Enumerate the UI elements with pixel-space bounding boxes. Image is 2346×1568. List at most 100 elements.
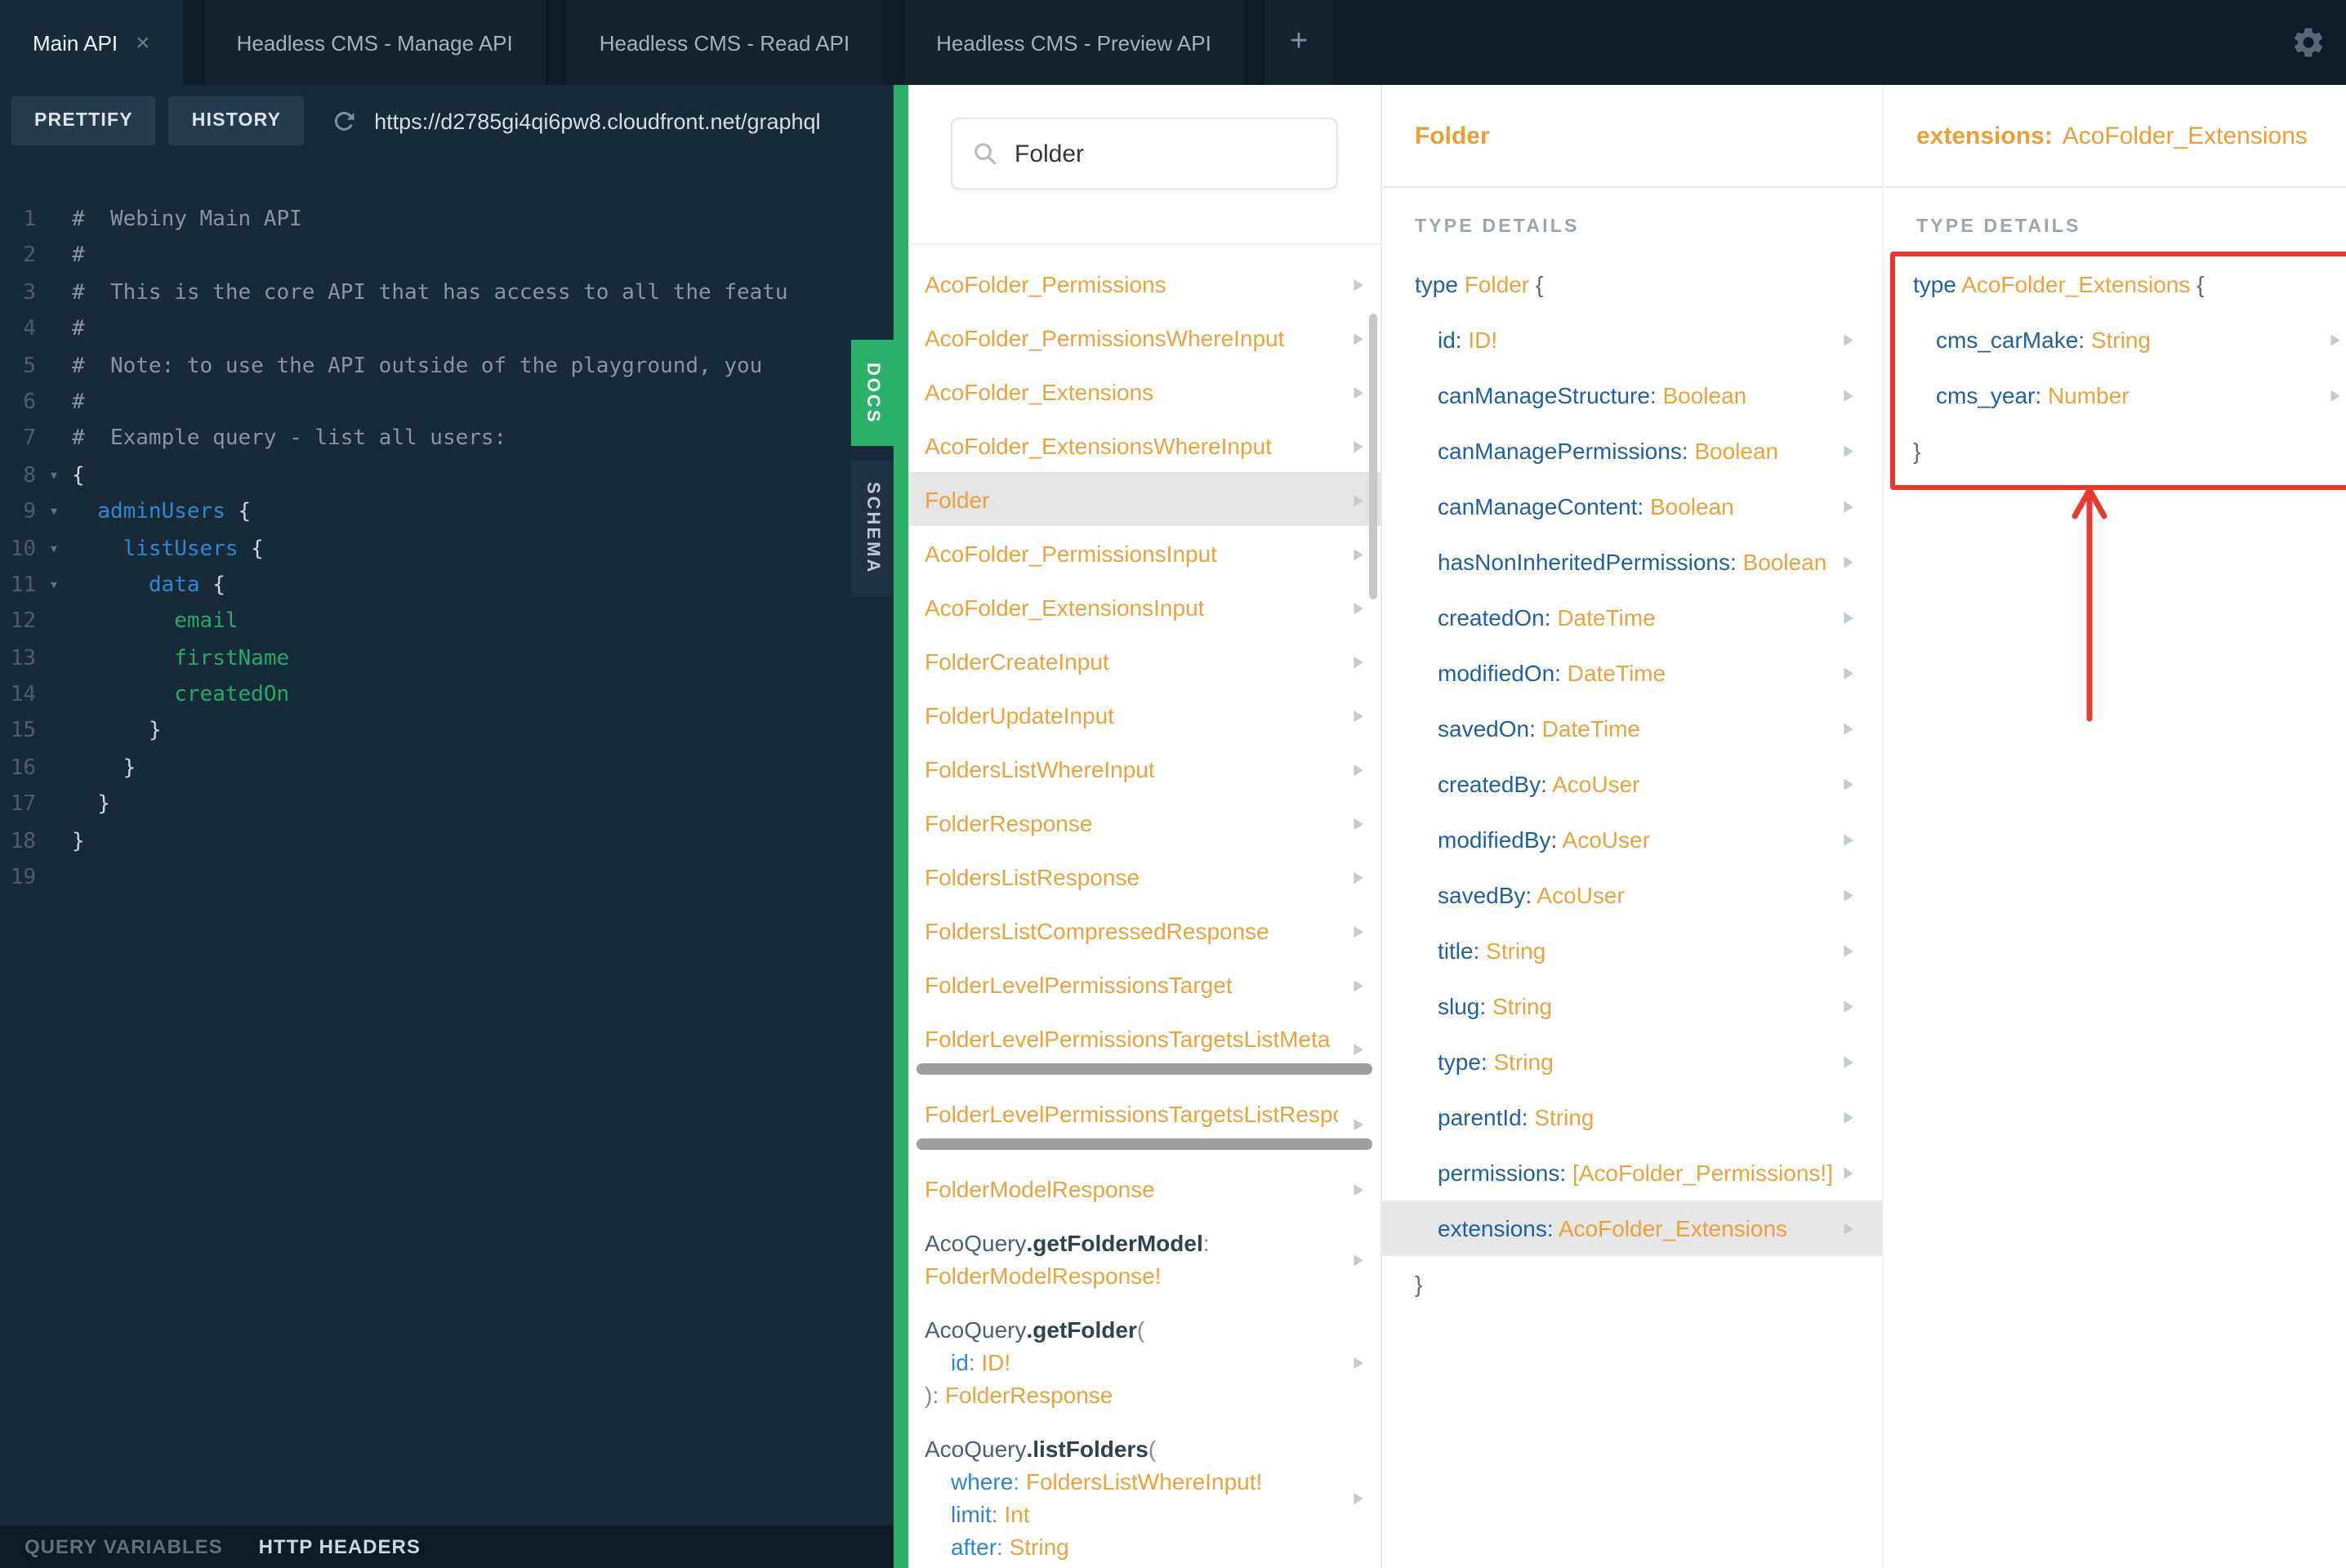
settings-gear-icon[interactable] (2290, 24, 2326, 60)
new-tab-button[interactable]: + (1264, 0, 1333, 85)
line-number: 18 (10, 829, 36, 854)
token-punct: : (997, 1533, 1010, 1559)
docs-list-item[interactable]: AcoQuery.getFolderModel: FolderModelRespo… (908, 1215, 1380, 1302)
docs-list-item[interactable]: FoldersListResponse ▶ (908, 849, 1380, 903)
docs-list-item[interactable]: AcoFolder_PermissionsWhereInput ▶ (908, 310, 1380, 364)
docs-list-item[interactable]: FolderCreateInput ▶ (908, 634, 1380, 688)
field-row-cms-carmake[interactable]: cms_carMake: String ▶ (1884, 312, 2346, 368)
schema-side-tab[interactable]: SCHEMA (851, 461, 894, 596)
docs-list-item[interactable]: AcoFolder_ExtensionsInput ▶ (908, 580, 1380, 634)
fold-gutter (36, 349, 72, 385)
editor-line: 2 # (0, 239, 894, 276)
chevron-right-icon: ▶ (1354, 490, 1363, 508)
field-row-canmanagecontent[interactable]: canManageContent: Boolean ▶ (1382, 479, 1882, 534)
docs-list-item[interactable]: Folder ▶ (908, 472, 1380, 526)
field-row-modifiedby[interactable]: modifiedBy: AcoUser ▶ (1382, 812, 1882, 867)
docs-item-row: AcoFolder_Permissions (925, 267, 1338, 300)
docs-list-item[interactable]: FolderLevelPermissionsTargetsListRespons… (908, 1086, 1380, 1161)
close-tab-icon[interactable]: × (136, 30, 150, 55)
docs-list-item[interactable]: FolderLevelPermissionsTarget ▶ (908, 957, 1380, 1011)
docs-list-item[interactable]: FoldersListCompressedResponse ▶ (908, 903, 1380, 957)
docs-list-item[interactable]: AcoFolder_PermissionsInput ▶ (908, 526, 1380, 580)
prettify-button[interactable]: PRETTIFY (11, 96, 156, 145)
type-name: AcoFolder_Extensions (1961, 270, 2197, 296)
editor-line: 7 # Example query - list all users: (0, 422, 894, 459)
endpoint-url[interactable]: https://d2785gi4qi6pw8.cloudfront.net/gr… (374, 109, 820, 133)
docs-list-item[interactable]: AcoFolder_Permissions ▶ (908, 256, 1380, 310)
token-type: AcoFolder_PermissionsInput (925, 540, 1217, 566)
docs-list-item[interactable]: AcoFolder_Extensions ▶ (908, 364, 1380, 418)
http-headers-tab[interactable]: HTTP HEADERS (259, 1535, 421, 1558)
line-number: 17 (10, 792, 36, 817)
tab-label: Main API (33, 30, 118, 55)
editor-line-text: # This is the core API that has access t… (72, 276, 894, 313)
tab-headless-cms-preview-api[interactable]: Headless CMS - Preview API (903, 0, 1244, 85)
field-type: Boolean (1649, 492, 1734, 519)
field-row-canmanagestructure[interactable]: canManageStructure: Boolean ▶ (1382, 368, 1882, 423)
field-row-cms-year[interactable]: cms_year: Number ▶ (1884, 368, 2346, 423)
docs-result-list: AcoFolder_Permissions ▶ AcoFolder_Permissi… (908, 245, 1380, 1568)
pane-divider[interactable] (894, 85, 908, 1568)
docs-list-item[interactable]: FolderModelResponse ▶ (908, 1161, 1380, 1215)
docs-side-tab[interactable]: DOCS (851, 340, 894, 446)
token-comment: # Webiny Main API (72, 207, 302, 232)
docs-list-item[interactable]: FolderUpdateInput ▶ (908, 688, 1380, 742)
token-punct: : (1202, 1229, 1210, 1255)
editor-line: 1 # Webiny Main API (0, 203, 894, 239)
editor-line-text: # Note: to use the API outside of the pl… (72, 349, 894, 385)
field-row-createdon[interactable]: createdOn: DateTime ▶ (1382, 590, 1882, 645)
field-row-modifiedon[interactable]: modifiedOn: DateTime ▶ (1382, 645, 1882, 701)
tab-headless-cms-read-api[interactable]: Headless CMS - Read API (566, 0, 883, 85)
token-brace: } (72, 829, 85, 854)
field-row-extensions[interactable]: extensions: AcoFolder_Extensions ▶ (1382, 1200, 1882, 1256)
docs-list-item[interactable]: FolderLevelPermissionsTargetsListMeta ▶ (908, 1011, 1380, 1086)
field-row-createdby[interactable]: createdBy: AcoUser ▶ (1382, 756, 1882, 812)
fold-caret-icon[interactable]: ▾ (36, 458, 72, 495)
docs-item-row: Folder (925, 483, 1338, 515)
field-row-slug[interactable]: slug: String ▶ (1382, 978, 1882, 1034)
field-row-permissions[interactable]: permissions: [AcoFolder_Permissions!] ▶ (1382, 1145, 1882, 1200)
field-name: modifiedOn: (1438, 659, 1568, 685)
field-type: DateTime (1541, 715, 1640, 741)
close-brace: } (1415, 1270, 1423, 1296)
docs-list-item[interactable]: AcoQuery.listFolders(where: FoldersListW… (908, 1421, 1380, 1568)
docs-list-item[interactable]: AcoQuery.getFolder(id: ID!): FolderRespo… (908, 1302, 1380, 1421)
close-brace: } (1913, 437, 1921, 463)
fold-gutter (36, 788, 72, 825)
token-type: FoldersListResponse (925, 863, 1140, 889)
docs-item-row: AcoQuery.listFolders( (925, 1432, 1338, 1464)
fold-gutter (36, 385, 72, 422)
fold-caret-icon[interactable]: ▾ (36, 495, 72, 532)
field-row-savedby[interactable]: savedBy: AcoUser ▶ (1382, 867, 1882, 923)
chevron-right-icon: ▶ (1354, 328, 1363, 346)
header-field-name: extensions: (1916, 122, 2053, 149)
field-row-savedon[interactable]: savedOn: DateTime ▶ (1382, 701, 1882, 756)
open-brace: { (1535, 270, 1544, 296)
field-row-id[interactable]: id: ID! ▶ (1382, 312, 1882, 368)
query-variables-tab[interactable]: QUERY VARIABLES (25, 1535, 223, 1558)
refresh-icon[interactable] (330, 107, 358, 135)
field-row-title[interactable]: title: String ▶ (1382, 923, 1882, 978)
tab-main-api[interactable]: Main API × (0, 0, 183, 85)
field-row-parentid[interactable]: parentId: String ▶ (1382, 1089, 1882, 1145)
horizontal-scrollbar[interactable] (917, 1062, 1372, 1074)
docs-list-item[interactable]: FolderResponse ▶ (908, 795, 1380, 849)
field-name: slug: (1438, 992, 1492, 1018)
horizontal-scrollbar[interactable] (917, 1138, 1372, 1149)
fold-caret-icon[interactable]: ▾ (36, 568, 72, 605)
field-row-hasnoninheritedpermissions[interactable]: hasNonInheritedPermissions: Boolean ▶ (1382, 534, 1882, 590)
docs-list-item[interactable]: AcoFolder_ExtensionsWhereInput ▶ (908, 418, 1380, 472)
graphql-playground-window: Main API × Headless CMS - Manage API Headle… (0, 0, 2346, 1568)
docs-search-input[interactable]: Folder (951, 118, 1338, 189)
query-editor[interactable]: 1 # Webiny Main API 2 #3 # This is the core … (0, 157, 894, 1526)
docs-list-item[interactable]: FoldersListWhereInput ▶ (908, 742, 1380, 795)
field-row-canmanagepermissions[interactable]: canManagePermissions: Boolean ▶ (1382, 423, 1882, 479)
docs-item-row: where: FoldersListWhereInput! (925, 1464, 1338, 1497)
field-name: savedOn: (1438, 715, 1542, 741)
history-button[interactable]: HISTORY (168, 96, 305, 145)
fold-caret-icon[interactable]: ▾ (36, 532, 72, 568)
docs-list-scrollbar[interactable] (1369, 314, 1377, 599)
field-row-type[interactable]: type: String ▶ (1382, 1034, 1882, 1089)
tab-headless-cms-manage-api[interactable]: Headless CMS - Manage API (203, 0, 546, 85)
